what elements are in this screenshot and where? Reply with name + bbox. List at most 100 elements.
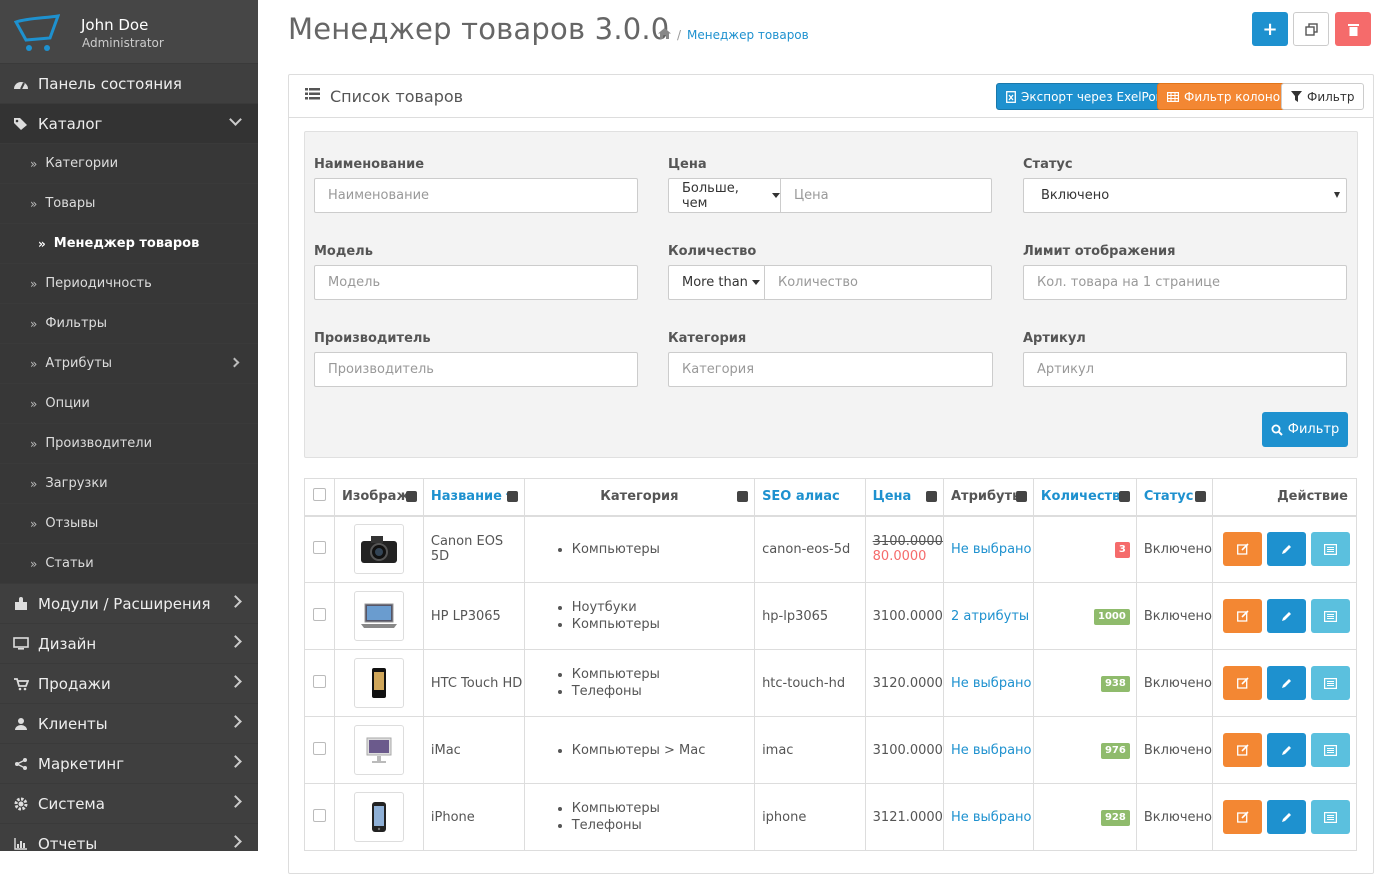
nav-extensions[interactable]: Модули / Расширения [0,584,258,624]
row-checkbox[interactable] [313,808,326,822]
edit-button[interactable] [1267,733,1306,767]
view-details-button[interactable] [1311,532,1350,567]
edit-column-icon[interactable] [506,491,518,502]
filter-model-input[interactable]: Модель [314,265,638,300]
camera-image[interactable] [353,524,404,575]
edit-column-icon[interactable] [405,491,417,502]
quantity-badge[interactable]: 976 [1100,742,1130,759]
attributes-link[interactable]: Не выбрано [951,743,1032,758]
seo-alias[interactable]: htc-touch-hd [754,649,866,717]
status-value[interactable]: Включено [1135,582,1214,650]
attributes-link[interactable]: 2 атрибуты [951,609,1029,624]
attributes-link[interactable]: Не выбрано [951,542,1032,557]
nav-sales[interactable]: Продажи [0,664,258,704]
nav-design[interactable]: Дизайн [0,624,258,664]
qty-operator-dropdown[interactable]: More than [668,265,765,300]
view-details-button[interactable] [1311,666,1350,700]
product-name[interactable]: HP LP3065 [422,582,525,650]
status-value[interactable]: Включено [1135,716,1214,784]
phone-image[interactable] [353,658,404,708]
delete-button[interactable] [1335,12,1371,46]
product-name[interactable]: iMac [422,716,525,784]
filter-name-input[interactable]: Наименование [314,178,638,213]
view-details-button[interactable] [1311,599,1350,633]
edit-button[interactable] [1267,532,1306,567]
select-all-checkbox[interactable] [313,488,326,502]
seo-alias[interactable]: imac [754,716,866,784]
status-value[interactable]: Включено [1135,649,1214,717]
export-exelport-button[interactable]: Экспорт через ExelPort [996,83,1176,110]
edit-column-icon[interactable] [737,491,749,502]
filter-category-input[interactable]: Категория [668,352,993,387]
sidebar-item-product-manager[interactable]: » Менеджер товаров [0,224,258,264]
filter-price-input[interactable]: Цена [780,178,992,213]
quantity-badge[interactable]: 928 [1100,809,1130,826]
quick-edit-button[interactable] [1223,532,1262,567]
product-name[interactable]: iPhone [422,783,525,851]
quick-edit-button[interactable] [1223,800,1262,834]
user-name[interactable]: John Doe [81,16,148,34]
toggle-filter-button[interactable]: Фильтр [1281,83,1365,110]
sidebar-item-recurring[interactable]: » Периодичность [0,264,258,304]
seo-alias[interactable]: canon-eos-5d [754,515,866,583]
sidebar-item-articles[interactable]: » Статьи [0,544,258,584]
quantity-badge[interactable]: 3 [1114,541,1130,558]
add-button[interactable]: + [1252,12,1288,46]
apply-filter-button[interactable]: Фильтр [1262,412,1348,447]
column-filter-button[interactable]: Фильтр колонок [1157,83,1298,110]
nav-reports[interactable]: Отчеты [0,824,258,851]
row-checkbox[interactable] [313,741,326,755]
status-value[interactable]: Включено [1135,515,1214,583]
nav-customers[interactable]: Клиенты [0,704,258,744]
edit-column-icon[interactable] [925,491,937,502]
quick-edit-button[interactable] [1223,666,1262,700]
nav-system[interactable]: Система [0,784,258,824]
nav-catalog[interactable]: Каталог [0,104,258,144]
nav-marketing[interactable]: Маркетинг [0,744,258,784]
sidebar-item-attributes[interactable]: » Атрибуты [0,344,258,384]
view-details-button[interactable] [1311,733,1350,767]
breadcrumb-link[interactable]: Менеджер товаров [687,28,809,42]
nav-dashboard[interactable]: Панель состояния [0,64,258,104]
sidebar-item-options[interactable]: » Опции [0,384,258,424]
row-checkbox[interactable] [313,540,326,554]
sidebar-item-filters[interactable]: » Фильтры [0,304,258,344]
col-seo[interactable]: SEO алиас [754,478,866,517]
price-cell[interactable]: 3100.0000 [864,582,944,650]
col-name[interactable]: Название [422,478,525,517]
product-name[interactable]: HTC Touch HD [422,649,525,717]
filter-sku-input[interactable]: Артикул [1023,352,1347,387]
quick-edit-button[interactable] [1223,599,1262,633]
price-cell[interactable]: 3120.0000 [864,649,944,717]
quantity-badge[interactable]: 938 [1100,675,1130,692]
quantity-badge[interactable]: 1000 [1094,608,1130,625]
filter-limit-input[interactable]: Кол. товара на 1 странице [1023,265,1347,300]
attributes-link[interactable]: Не выбрано [951,676,1032,691]
laptop-image[interactable] [353,591,404,641]
sidebar-item-manufacturers[interactable]: » Производители [0,424,258,464]
price-operator-dropdown[interactable]: Больше, чем [668,178,781,213]
seo-alias[interactable]: hp-lp3065 [754,582,866,650]
home-icon[interactable] [658,28,671,42]
edit-button[interactable] [1267,666,1306,700]
edit-column-icon[interactable] [1118,491,1130,502]
sidebar-item-downloads[interactable]: » Загрузки [0,464,258,504]
sidebar-item-reviews[interactable]: » Отзывы [0,504,258,544]
row-checkbox[interactable] [313,607,326,621]
edit-button[interactable] [1267,599,1306,633]
col-quantity[interactable]: Количество [1032,478,1137,517]
sidebar-item-categories[interactable]: » Категории [0,144,258,184]
edit-column-icon[interactable] [1195,491,1206,502]
filter-qty-input[interactable]: Количество [764,265,992,300]
imac-image[interactable] [353,725,404,775]
col-status[interactable]: Статус [1135,478,1214,517]
price-cell[interactable]: 3100.0000 [864,716,944,784]
status-value[interactable]: Включено [1135,783,1214,851]
product-name[interactable]: Canon EOS 5D [422,515,525,583]
filter-status-select[interactable]: Включено [1023,178,1347,213]
price-cell[interactable]: 3100.0000 80.0000 [864,515,944,583]
edit-column-icon[interactable] [1015,491,1027,502]
col-price[interactable]: Цена [864,478,944,517]
row-checkbox[interactable] [313,674,326,688]
view-details-button[interactable] [1311,800,1350,834]
